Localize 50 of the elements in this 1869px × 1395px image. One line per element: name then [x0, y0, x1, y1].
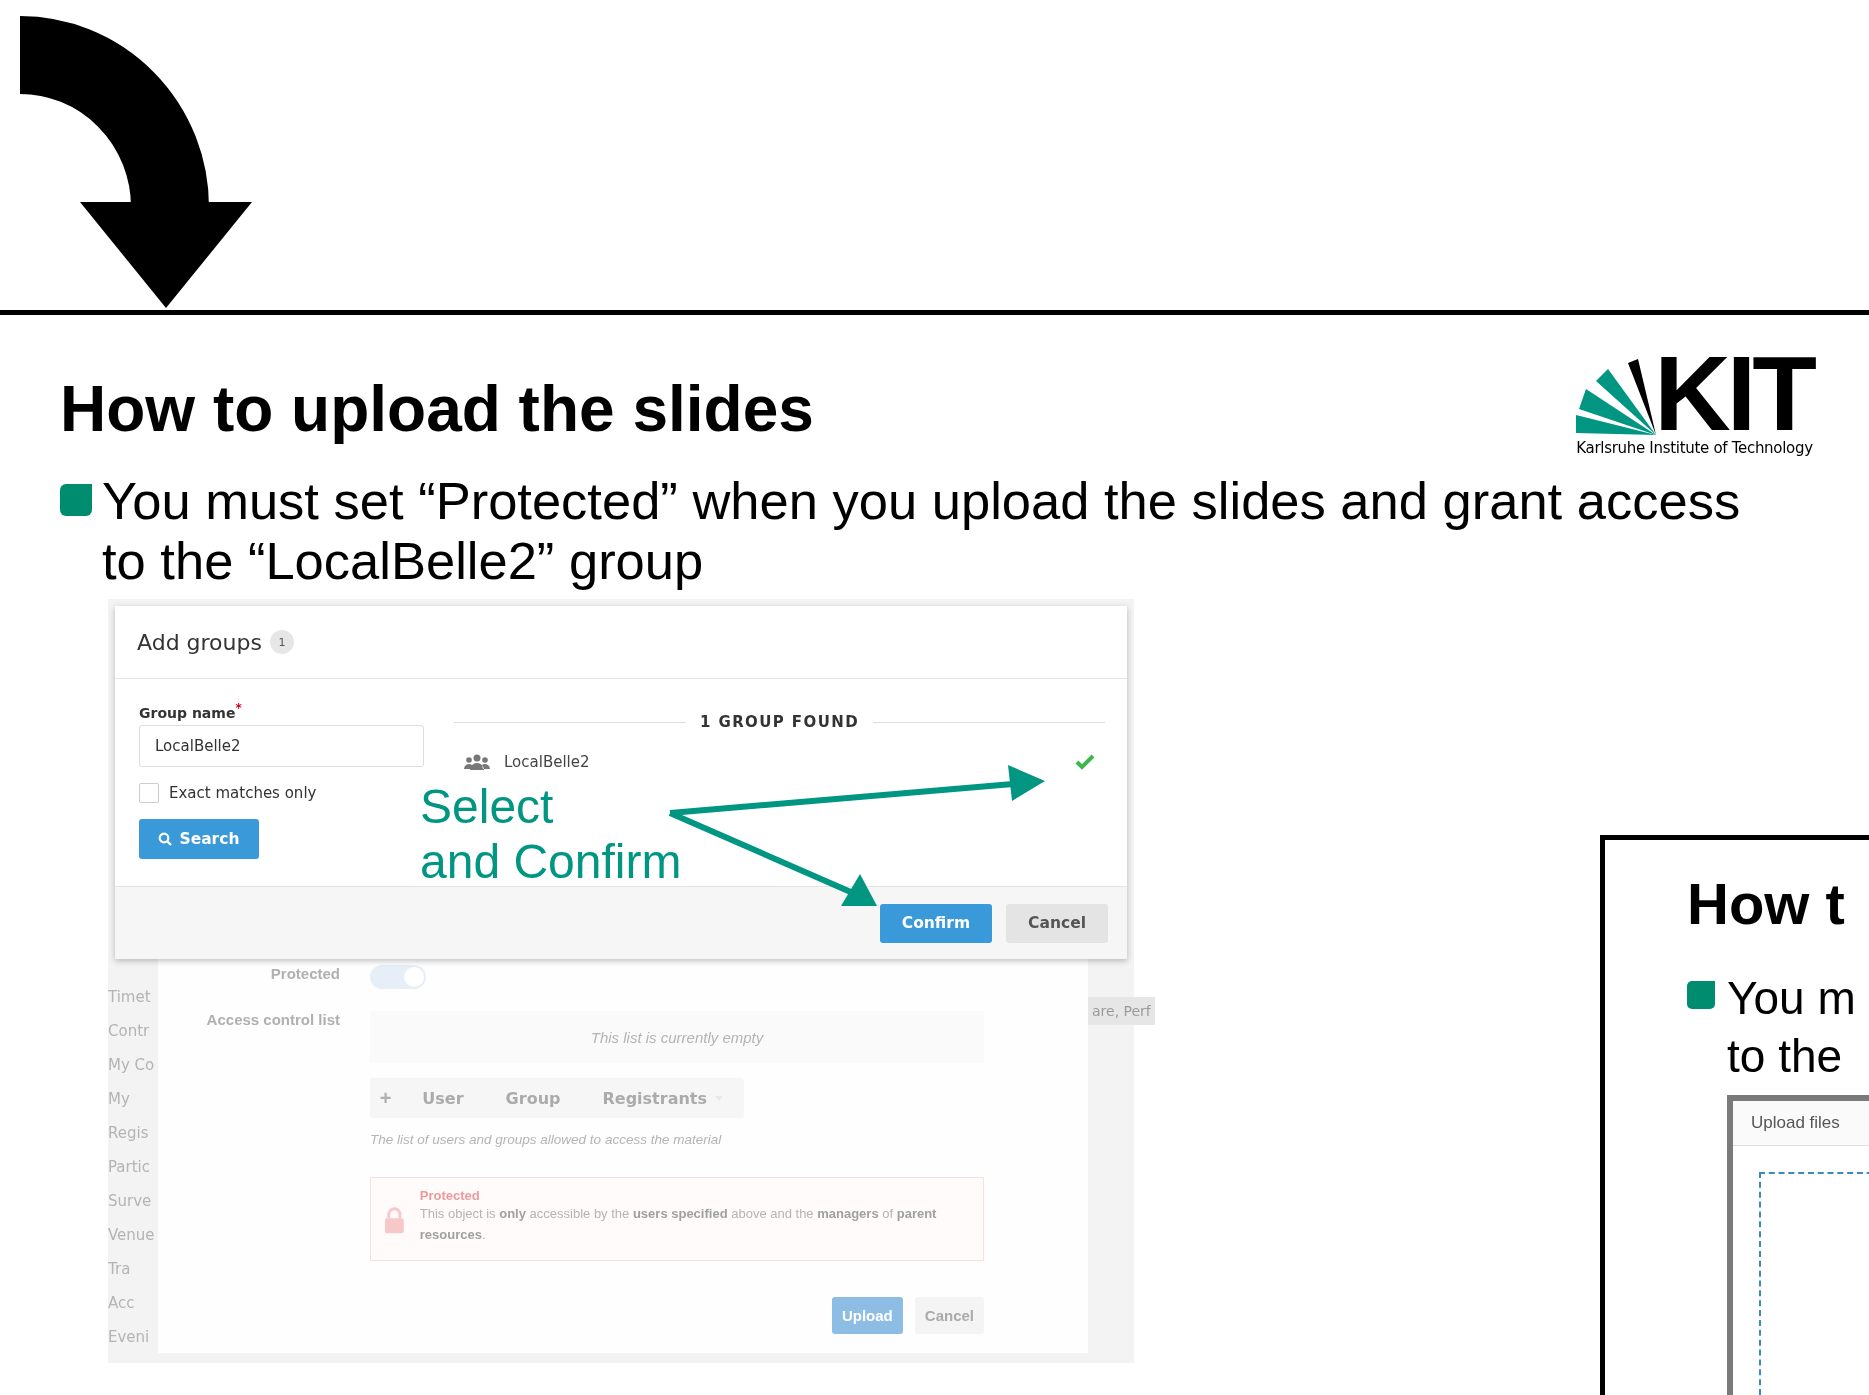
- notice-title: Protected: [419, 1188, 481, 1203]
- cancel-button[interactable]: Cancel: [914, 1297, 984, 1334]
- dialog-title: Add groups: [137, 629, 262, 655]
- confirm-button[interactable]: Confirm: [879, 903, 993, 943]
- sidebar-item: Timet: [108, 987, 152, 1007]
- count-badge: 1: [269, 630, 294, 654]
- bullet-text: to the: [1727, 1029, 1844, 1084]
- field-label: Access control list: [205, 1011, 340, 1028]
- sidebar-item: Tra: [108, 1259, 132, 1279]
- group-name[interactable]: LocalBelle2: [504, 753, 1061, 771]
- dialog-title: Upload files: [1733, 1101, 1869, 1146]
- notice-text: This object is only accessible by the users specified above and the managers of parent resources.: [419, 1205, 938, 1244]
- annotation-text: Select: [420, 779, 555, 834]
- add-option-button[interactable]: Group: [484, 1088, 582, 1108]
- tab-label: are, Perf: [1088, 997, 1155, 1025]
- sidebar-item: My: [108, 1089, 131, 1109]
- group-name-input[interactable]: LocalBelle2: [139, 724, 424, 767]
- protected-toggle[interactable]: [370, 965, 426, 989]
- upload-button[interactable]: Upload: [831, 1297, 903, 1334]
- fan-icon: [1576, 358, 1659, 435]
- search-icon: [158, 831, 173, 846]
- sidebar-item: Surve: [108, 1191, 153, 1211]
- add-button[interactable]: +: [370, 1086, 402, 1110]
- cancel-button[interactable]: Cancel: [1006, 903, 1108, 943]
- bullet-square: [1687, 981, 1715, 1009]
- results-heading: 1 GROUP FOUND: [699, 713, 860, 731]
- sidebar-item: Contr: [108, 1021, 151, 1041]
- add-option-button[interactable]: User: [401, 1088, 485, 1108]
- sidebar-item: Regis: [108, 1123, 150, 1143]
- annotation-text: and Confirm: [420, 834, 682, 889]
- checkbox-label: Exact matches only: [169, 783, 317, 802]
- slide-title: How t: [1687, 870, 1846, 937]
- bullet-square: [60, 484, 92, 516]
- add-option-button[interactable]: Registrants: [581, 1088, 744, 1108]
- bullet-text: You m: [1727, 971, 1856, 1026]
- university-logo: KIT Karlsruhe Institute of Technology: [1576, 350, 1813, 457]
- field-label: Group name$^{*}$: [139, 701, 243, 721]
- bullet-text: You must set “Protected” when you upload the slides and grant access to the “LocalBelle2” group: [102, 471, 1742, 591]
- sidebar-item: Acc: [108, 1293, 136, 1313]
- sidebar-item: Partic: [108, 1157, 152, 1177]
- search-button[interactable]: Search: [139, 818, 259, 859]
- group-icon: [464, 754, 490, 770]
- lock-icon: [385, 1206, 404, 1234]
- sidebar-item: Eveni: [108, 1327, 151, 1347]
- field-label: Protected: [269, 965, 340, 982]
- sidebar-item: Venue: [108, 1225, 156, 1245]
- sidebar-item: My Co: [108, 1055, 156, 1075]
- hint-text: The list of users and groups allowed to access the material: [370, 1132, 723, 1147]
- checkbox[interactable]: [139, 782, 159, 803]
- empty-list-message: This list is currently empty: [370, 1011, 984, 1063]
